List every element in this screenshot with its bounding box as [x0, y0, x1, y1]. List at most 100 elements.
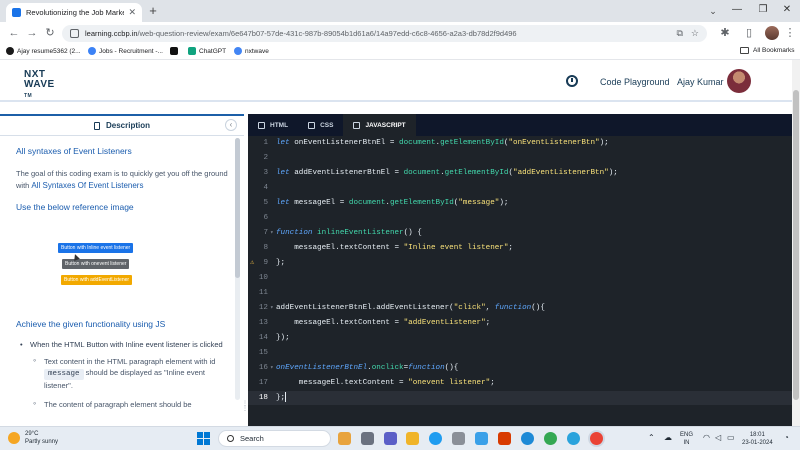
chevron-up-icon[interactable]: ⌃: [648, 433, 655, 442]
text-cursor: [285, 392, 287, 402]
inline-code: message: [44, 369, 84, 380]
tab-css[interactable]: CSS: [298, 114, 343, 136]
store-icon[interactable]: [452, 432, 465, 445]
bookmark-item[interactable]: ChatGPT: [188, 47, 226, 55]
browser-toolbar: ← → ↻ learning.ccbp.in/web-question-revi…: [0, 22, 800, 44]
description-scrollbar[interactable]: [235, 138, 240, 400]
fold-arrow-icon[interactable]: ▾: [270, 301, 274, 315]
cloud-icon[interactable]: ☁: [664, 433, 672, 442]
taskbar-search[interactable]: Search: [218, 430, 331, 447]
code-editor: HTML CSS JAVASCRIPT 1 let onEventListener…: [248, 114, 792, 426]
language-indicator[interactable]: ENG IN: [680, 431, 693, 447]
code-line: 3 let addEventListenerBtnEl = document.ge…: [263, 169, 618, 177]
chrome-icon[interactable]: [544, 432, 557, 445]
site-favicon-icon: [12, 8, 21, 17]
weather-widget[interactable]: 29°C Partly sunny: [8, 430, 58, 446]
code-line: 6: [263, 214, 268, 222]
code-line: 14});: [258, 334, 290, 342]
side-panel-icon[interactable]: ▯: [741, 25, 757, 41]
code-line: 12 ▾ addEventListenerBtnEl.addEventListene…: [248, 301, 792, 315]
app-header: NXT WAVE TM Code Playground Ajay Kumar: [0, 60, 792, 102]
chrome-active-icon[interactable]: [590, 432, 603, 445]
code-line: 10: [258, 274, 268, 282]
office-icon[interactable]: [498, 432, 511, 445]
requirements-list: When the HTML Button with Inline event l…: [16, 339, 230, 410]
tab-search-icon[interactable]: ⌄: [706, 4, 720, 18]
task-view-icon[interactable]: [361, 432, 374, 445]
timer-icon[interactable]: [566, 75, 578, 87]
ref-inline-button: Button with Inline event listener: [58, 243, 134, 253]
widgets-app-icon[interactable]: [338, 432, 351, 445]
ref-addeventlistener-button: Button with addEventListener: [61, 275, 133, 285]
browser-tabstrip: Revolutionizing the Job Market ✕ + ⌄ — ❐…: [0, 0, 800, 22]
all-bookmarks-button[interactable]: All Bookmarks: [740, 47, 795, 54]
address-bar[interactable]: learning.ccbp.in/web-question-review/exa…: [62, 25, 707, 42]
new-tab-button[interactable]: +: [146, 3, 160, 19]
teams-icon[interactable]: [384, 432, 397, 445]
resize-handle-icon[interactable]: ⋮ ⋮: [242, 401, 248, 422]
close-window-icon[interactable]: ✕: [776, 0, 798, 22]
functionality-heading: Achieve the given functionality using JS: [16, 319, 166, 329]
bookmark-item[interactable]: Ajay resume5362 (2...: [6, 47, 81, 55]
code-line: 7 ▾ function inlineEventListener() {: [248, 226, 792, 240]
menu-icon[interactable]: ⋮: [782, 25, 798, 41]
code-line: 16 ▾ onEventListenerBtnEl.onclick=function…: [248, 361, 792, 375]
description-tab[interactable]: Description: [0, 114, 244, 136]
install-app-icon[interactable]: ⧉: [676, 28, 682, 39]
back-icon[interactable]: ←: [6, 25, 22, 41]
code-text-area[interactable]: 1 let onEventListenerBtnEl = document.get…: [248, 136, 792, 426]
user-name[interactable]: Ajay Kumar: [677, 77, 724, 87]
ref-onevent-button: Button with onevent listener: [62, 259, 130, 269]
tab-javascript[interactable]: JAVASCRIPT: [343, 114, 416, 136]
extensions-icon[interactable]: ✱: [717, 25, 733, 41]
user-avatar[interactable]: [727, 69, 751, 93]
reload-icon[interactable]: ↻: [42, 25, 58, 41]
page-scrollbar[interactable]: [792, 60, 800, 426]
telegram-icon[interactable]: [567, 432, 580, 445]
fold-arrow-icon[interactable]: ▾: [270, 361, 274, 375]
code-line: 8 messageEl.textContent = "Inline event …: [263, 244, 513, 252]
description-panel: Description ‹ All syntaxes of Event List…: [0, 114, 248, 426]
nxtwave-logo[interactable]: NXT WAVE TM: [24, 70, 55, 101]
edge-icon[interactable]: [521, 432, 534, 445]
code-line: ⚠ 9};: [248, 256, 792, 270]
css-icon: [308, 121, 316, 129]
code-line: 5 let messageEl = document.getElementById…: [263, 199, 509, 207]
file-explorer-icon[interactable]: [406, 432, 419, 445]
description-content: All syntaxes of Event Listeners The goal…: [16, 146, 230, 212]
fold-arrow-icon[interactable]: ▾: [270, 226, 274, 240]
list-item: The content of paragraph element should …: [30, 398, 230, 410]
wifi-icon[interactable]: ◠: [703, 433, 710, 442]
intro-paragraph: The goal of this coding exam is to quick…: [16, 169, 228, 190]
code-line: 11: [258, 289, 268, 297]
functionality-content: Achieve the given functionality using JS…: [16, 319, 230, 410]
weather-text: Partly sunny: [25, 439, 59, 445]
tab-html[interactable]: HTML: [248, 114, 298, 136]
bookmark-item[interactable]: [170, 47, 181, 55]
profile-avatar[interactable]: [765, 26, 779, 40]
volume-icon[interactable]: ◁: [715, 433, 721, 442]
battery-icon[interactable]: ▭: [727, 433, 735, 442]
browser-tab[interactable]: Revolutionizing the Job Market ✕: [6, 3, 142, 22]
app-icon[interactable]: [475, 432, 488, 445]
minimize-icon[interactable]: —: [726, 0, 748, 22]
windows-start-icon[interactable]: [197, 432, 210, 445]
code-line: 1 let onEventListenerBtnEl = document.get…: [263, 139, 609, 147]
list-item: Text content in the HTML paragraph eleme…: [30, 355, 230, 391]
site-info-icon[interactable]: [70, 29, 79, 38]
url-host: learning.ccbp.in: [85, 29, 138, 38]
bookmark-item[interactable]: Jobs - Recruitment -...: [88, 47, 163, 55]
forward-icon[interactable]: →: [24, 25, 40, 41]
app-icon[interactable]: [429, 432, 442, 445]
notifications-icon[interactable]: ◔: [784, 433, 789, 442]
bookmark-item[interactable]: nxtwave: [234, 47, 269, 55]
maximize-icon[interactable]: ❐: [752, 0, 774, 22]
folder-icon: [740, 47, 749, 54]
collapse-panel-button[interactable]: ‹: [225, 119, 237, 131]
close-tab-icon[interactable]: ✕: [128, 7, 136, 18]
weather-sun-icon: [8, 432, 20, 444]
bookmark-star-icon[interactable]: ☆: [691, 28, 699, 39]
code-line: 4: [263, 184, 268, 192]
clock[interactable]: 18:01 23-01-2024: [742, 431, 773, 447]
code-playground-link[interactable]: Code Playground: [600, 77, 670, 87]
